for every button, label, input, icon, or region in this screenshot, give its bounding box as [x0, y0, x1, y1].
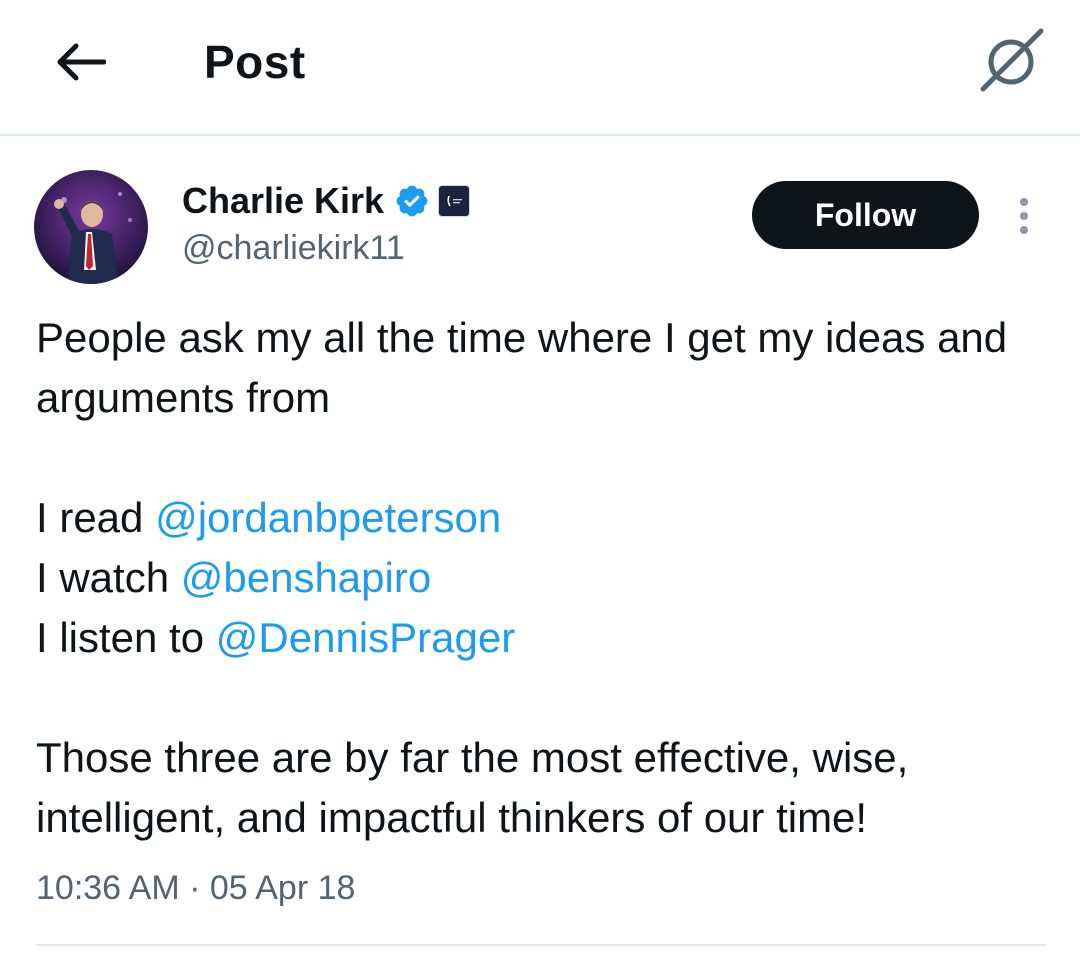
post-page: Post Charlie Kirk @charliekirk11 Follow …	[0, 0, 1080, 956]
verified-badge-icon[interactable]	[394, 183, 430, 219]
tweet-line: I read @jordanbpeterson	[36, 488, 1046, 548]
tweet-line: I watch @benshapiro	[36, 548, 1046, 608]
follow-button[interactable]: Follow	[752, 181, 979, 249]
line-text: I listen to	[36, 614, 216, 661]
line-text: I watch	[36, 554, 181, 601]
divider	[36, 944, 1046, 946]
top-app-bar: Post	[0, 0, 1080, 136]
grok-icon	[980, 28, 1044, 92]
back-button[interactable]	[48, 30, 112, 94]
tweet-paragraph: Those three are by far the most effectiv…	[36, 734, 909, 841]
author-name-row: Charlie Kirk	[182, 176, 471, 226]
avatar-photo	[34, 170, 148, 284]
more-options-button[interactable]	[1006, 192, 1042, 240]
more-dot	[1020, 226, 1028, 234]
page-title: Post	[204, 36, 306, 88]
tweet-line: I listen to @DennisPrager	[36, 608, 1046, 668]
tweet-text: People ask my all the time where I get m…	[36, 308, 1046, 848]
more-dot	[1020, 198, 1028, 206]
more-dot	[1020, 212, 1028, 220]
mention-link[interactable]: @DennisPrager	[216, 614, 515, 661]
author-handle[interactable]: @charliekirk11	[182, 226, 405, 270]
author-name[interactable]: Charlie Kirk	[182, 180, 384, 222]
mention-link[interactable]: @benshapiro	[181, 554, 431, 601]
mention-link[interactable]: @jordanbpeterson	[155, 494, 501, 541]
arrow-left-icon	[57, 43, 106, 81]
grok-button[interactable]	[974, 22, 1050, 98]
tweet-paragraph: People ask my all the time where I get m…	[36, 314, 1008, 421]
avatar[interactable]	[34, 170, 148, 284]
post-timestamp[interactable]: 10:36 AM · 05 Apr 18	[36, 864, 355, 912]
affiliate-badge-icon[interactable]	[438, 185, 471, 217]
line-text: I read	[36, 494, 156, 541]
